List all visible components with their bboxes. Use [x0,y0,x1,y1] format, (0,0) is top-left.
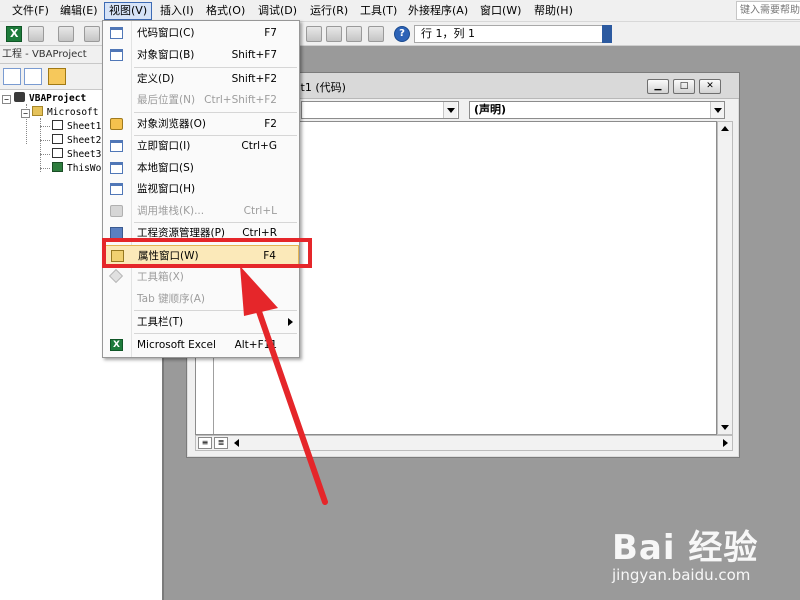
tree-node-sheet1[interactable]: Sheet1 [52,120,101,134]
procedure-combo-value: (声明) [474,103,507,116]
menu-file[interactable]: 文件(F) [8,3,53,20]
sheet-icon [52,134,63,144]
menu-item-object-window[interactable]: 对象窗口(B) Shift+F7 [105,45,299,65]
toolbox-icon [108,268,124,284]
vertical-scrollbar[interactable] [717,121,733,435]
menu-view[interactable]: 视图(V) [104,2,153,20]
maximize-button[interactable]: □ [673,79,695,94]
vba-project-icon [14,92,25,102]
excel-icon: X [110,339,123,351]
menu-edit[interactable]: 编辑(E) [56,3,102,20]
scroll-up-icon[interactable] [718,122,732,136]
menu-item-watch-window[interactable]: 监视窗口(H) [105,179,299,199]
minimize-button[interactable]: ▁ [647,79,669,94]
menu-item-call-stack: 调用堆栈(K)... Ctrl+L [105,201,299,221]
folder-icon [32,106,43,116]
object-window-icon [110,49,123,61]
horizontal-scrollbar[interactable]: ≡ ≣ [195,435,733,451]
menu-item-toolbox: 工具箱(X) [105,267,299,287]
view-object-icon[interactable] [24,68,42,85]
menu-item-toolbars[interactable]: 工具栏(T) [105,312,299,332]
menu-help[interactable]: 帮助(H) [530,3,577,20]
menu-addins[interactable]: 外接程序(A) [404,3,472,20]
menu-insert[interactable]: 插入(I) [156,3,198,20]
menu-bar: 文件(F) 编辑(E) 视图(V) 插入(I) 格式(O) 调试(D) 运行(R… [0,0,800,22]
chevron-right-icon [288,318,293,326]
collapse-vbaproject-icon[interactable]: − [2,95,11,104]
properties-icon[interactable] [326,26,342,42]
procedure-view-icon[interactable]: ≡ [198,437,212,449]
menu-debug[interactable]: 调试(D) [254,3,301,20]
workbook-icon [52,162,63,172]
menu-item-tab-order: Tab 键顺序(A) [137,293,205,305]
immediate-window-icon [110,140,123,152]
view-menu-dropdown: 代码窗口(C) F7 对象窗口(B) Shift+F7 定义(D) Shift+… [102,20,300,358]
menu-item-code-window[interactable]: 代码窗口(C) F7 [105,23,299,43]
object-browser-icon[interactable] [346,26,362,42]
baidu-jingyan-watermark: Bai 经验 jingyan.baidu.com [612,514,798,600]
highlight-box [102,238,312,268]
call-stack-icon [110,205,123,217]
excel-icon[interactable] [6,26,22,42]
code-window-icon [110,27,123,39]
menu-tools[interactable]: 工具(T) [356,3,401,20]
help-search-input[interactable]: 键入需要帮助 [736,1,800,20]
watch-window-icon [110,183,123,195]
object-combo[interactable] [301,101,459,119]
full-module-view-icon[interactable]: ≣ [214,437,228,449]
menu-item-microsoft-excel[interactable]: X Microsoft Excel Alt+F11 [105,335,299,355]
menu-item-definition[interactable]: 定义(D) Shift+F2 [105,69,299,89]
project-explorer-icon[interactable] [306,26,322,42]
object-browser-icon [110,118,123,130]
menu-window[interactable]: 窗口(W) [476,3,525,20]
tree-node-vbaproject[interactable]: VBAProject [14,92,86,106]
watermark-brand: Bai 经验 [612,528,759,568]
tree-node-thisworkbook[interactable]: ThisWor [52,162,107,176]
insert-module-icon[interactable] [28,26,44,42]
view-code-icon[interactable] [3,68,21,85]
watermark-url: jingyan.baidu.com [612,566,751,584]
tree-node-microsoft-objects[interactable]: Microsoft [32,106,98,120]
scroll-right-icon[interactable] [718,436,732,450]
cut-icon[interactable] [84,26,100,42]
scroll-left-icon[interactable] [230,436,244,450]
menu-item-locals-window[interactable]: 本地窗口(S) [105,158,299,178]
help-icon[interactable]: ? [394,26,410,42]
cursor-position-readout: 行 1，列 1 [414,25,612,43]
locals-window-icon [110,162,123,174]
menu-run[interactable]: 运行(R) [306,3,352,20]
scroll-down-icon[interactable] [718,420,732,434]
collapse-microsoft-icon[interactable]: − [21,109,30,118]
tree-node-sheet2[interactable]: Sheet2 [52,134,101,148]
sheet-icon [52,148,63,158]
menu-item-last-position: 最后位置(N) Ctrl+Shift+F2 [137,94,277,106]
procedure-combo[interactable]: (声明) [469,101,725,119]
toolbox-icon[interactable] [368,26,384,42]
chevron-down-icon[interactable] [710,102,724,118]
close-button[interactable]: ✕ [699,79,721,94]
sheet-icon [52,120,63,130]
toggle-folders-icon[interactable] [48,68,66,85]
chevron-down-icon[interactable] [443,102,457,118]
save-icon[interactable] [58,26,74,42]
menu-item-immediate-window[interactable]: 立即窗口(I) Ctrl+G [105,136,299,156]
menu-item-object-browser[interactable]: 对象浏览器(O) F2 [105,114,299,134]
menu-format[interactable]: 格式(O) [202,3,249,20]
tree-node-sheet3[interactable]: Sheet3 [52,148,101,162]
